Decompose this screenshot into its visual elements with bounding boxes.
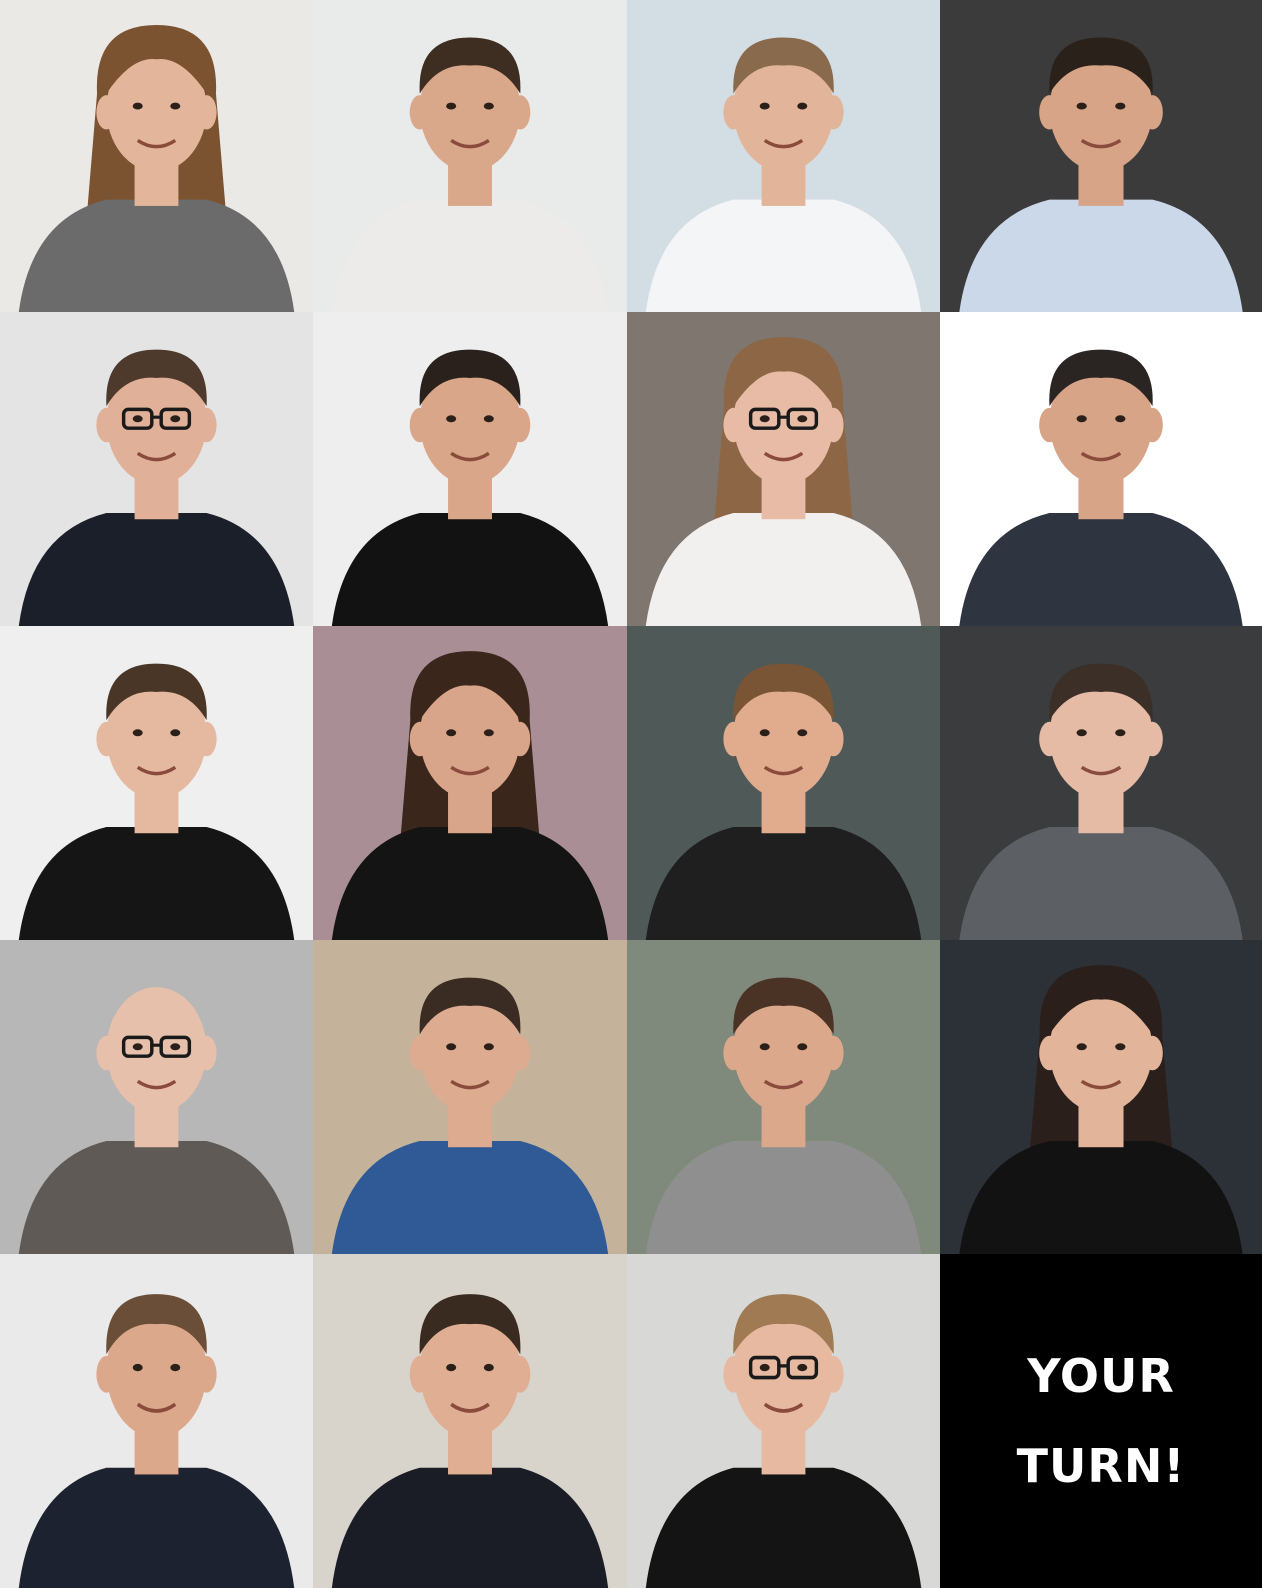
portrait-illustration <box>0 312 313 626</box>
your-turn-tile: YOUR TURN! <box>940 1254 1262 1588</box>
portrait-photo <box>313 0 627 312</box>
portrait-photo <box>0 940 313 1254</box>
portrait-photo <box>0 312 313 626</box>
portrait-photo <box>0 626 313 940</box>
portrait-illustration <box>0 626 313 940</box>
portrait-illustration <box>940 0 1262 312</box>
portrait-illustration <box>940 312 1262 626</box>
portrait-illustration <box>627 0 940 312</box>
portrait-illustration <box>313 626 627 940</box>
portrait-illustration <box>313 0 627 312</box>
cta-line-1: YOUR <box>1027 1349 1175 1403</box>
portrait-photo <box>313 626 627 940</box>
portrait-photo <box>627 940 940 1254</box>
portrait-photo <box>627 626 940 940</box>
portrait-illustration <box>627 940 940 1254</box>
portrait-photo <box>0 1254 313 1588</box>
portrait-illustration <box>0 0 313 312</box>
portrait-illustration <box>0 940 313 1254</box>
portrait-illustration <box>940 626 1262 940</box>
cta-line-2: TURN! <box>1016 1439 1186 1493</box>
portrait-illustration <box>313 940 627 1254</box>
portrait-photo <box>940 312 1262 626</box>
portrait-photo <box>940 0 1262 312</box>
portrait-illustration <box>313 312 627 626</box>
portrait-photo <box>940 626 1262 940</box>
portrait-photo <box>627 1254 940 1588</box>
portrait-photo <box>0 0 313 312</box>
portrait-photo <box>940 940 1262 1254</box>
portrait-photo <box>627 0 940 312</box>
portrait-photo <box>313 312 627 626</box>
portrait-photo <box>313 1254 627 1588</box>
portrait-illustration <box>627 1254 940 1588</box>
portrait-illustration <box>627 626 940 940</box>
portrait-photo <box>627 312 940 626</box>
portrait-illustration <box>313 1254 627 1588</box>
portrait-photo <box>313 940 627 1254</box>
portrait-illustration <box>627 312 940 626</box>
portrait-illustration <box>0 1254 313 1588</box>
portrait-illustration <box>940 940 1262 1254</box>
